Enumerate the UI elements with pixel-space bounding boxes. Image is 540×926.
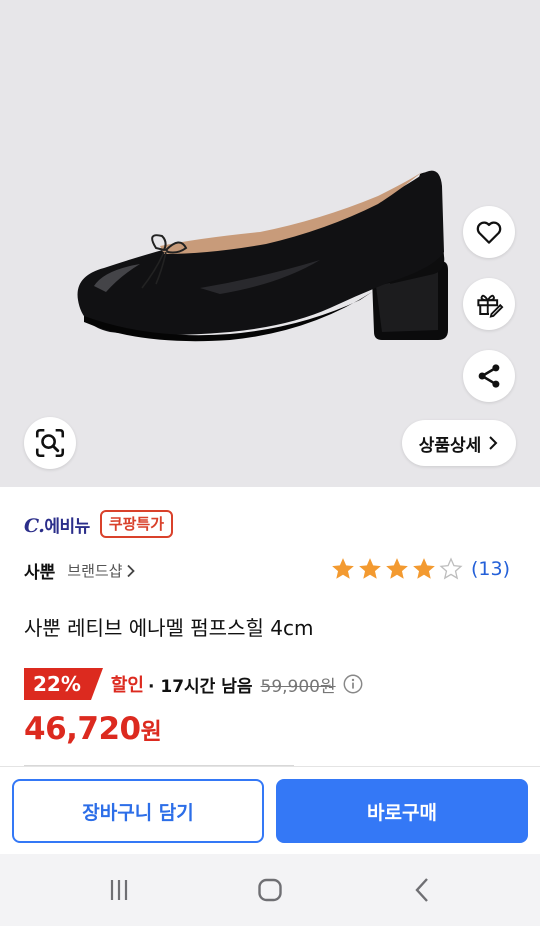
gift-button[interactable] — [463, 278, 515, 330]
product-detail-label: 상품상세 — [418, 435, 482, 456]
final-price-amount: 46,720 — [24, 711, 141, 747]
back-button[interactable] — [383, 854, 463, 926]
share-icon — [478, 364, 500, 388]
seller-logo-text: 에비뉴 — [44, 516, 90, 537]
chevron-right-icon — [489, 436, 498, 450]
final-price: 46,720원 — [24, 711, 162, 747]
seller-logo[interactable]: C.에비뉴 — [24, 512, 90, 537]
final-price-unit: 원 — [140, 719, 162, 745]
rating[interactable]: (13) — [330, 556, 510, 582]
product-title: 사뿐 레티브 에나멜 펌프스힐 4cm — [24, 616, 314, 640]
info-icon — [343, 674, 363, 694]
brand-shop-link[interactable]: 브랜드샵 — [67, 560, 136, 581]
home-icon — [258, 878, 282, 902]
back-icon — [415, 878, 428, 902]
star-empty-icon — [439, 557, 463, 580]
gift-icon — [477, 294, 504, 318]
seller-row: C.에비뉴 쿠팡특가 — [24, 510, 174, 538]
review-count: (13) — [470, 558, 510, 580]
star-filled-icon — [386, 558, 408, 579]
lens-search-icon — [35, 428, 65, 458]
discount-tag-tail — [90, 668, 103, 700]
product-image[interactable]: 상품상세 — [0, 0, 540, 487]
buy-now-button[interactable]: 바로구매 — [276, 779, 528, 843]
recents-icon — [110, 880, 128, 900]
discount-tag: 22% — [24, 668, 103, 700]
wishlist-button[interactable] — [463, 206, 515, 258]
original-price: 59,900원 — [260, 676, 336, 697]
image-search-button[interactable] — [24, 417, 76, 469]
discount-percent: 22% — [24, 668, 91, 700]
recents-button[interactable] — [79, 854, 159, 926]
star-filled-icon — [359, 558, 381, 579]
seller-logo-mark: C. — [24, 514, 45, 537]
home-button[interactable] — [230, 854, 310, 926]
deal-badge: 쿠팡특가 — [99, 510, 174, 538]
star-filled-icon — [413, 558, 435, 579]
heart-icon — [476, 221, 502, 244]
product-detail-button[interactable]: 상품상세 — [402, 420, 516, 466]
brand-shop-label: 브랜드샵 — [67, 562, 123, 580]
shop-name: 사뿐 — [24, 563, 56, 583]
star-filled-icon — [332, 558, 354, 579]
discount-row: 22% 할인 · 17시간 남음 59,900원 — [24, 667, 364, 701]
price-info-button[interactable] — [342, 673, 364, 695]
system-navigation-bar — [0, 854, 540, 926]
chevron-right-icon — [127, 564, 136, 577]
sale-label: 할인 — [110, 675, 144, 696]
share-button[interactable] — [463, 350, 515, 402]
shop-row: 사뿐 브랜드샵 — [24, 558, 136, 583]
add-to-cart-button[interactable]: 장바구니 담기 — [12, 779, 264, 843]
shoe-illustration — [77, 170, 448, 342]
purchase-action-bar: 장바구니 담기 바로구매 — [0, 766, 540, 854]
time-remaining: · 17시간 남음 — [148, 676, 253, 697]
